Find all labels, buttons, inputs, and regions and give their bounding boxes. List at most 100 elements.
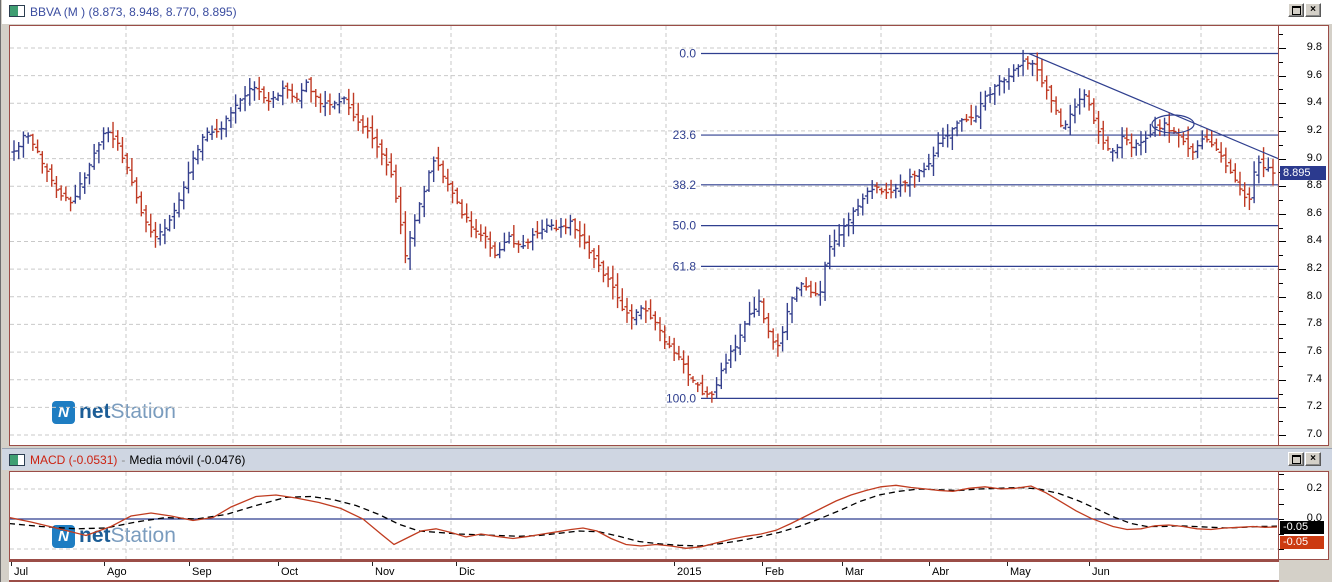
ohlc-bar-up (1110, 148, 1116, 162)
price-chart-canvas[interactable]: 0.0 23.6 38.2 50.0 61.8 100.0 (10, 26, 1278, 445)
ohlc-bar-up (233, 94, 239, 124)
ohlc-bar-down (1124, 127, 1130, 146)
ohlc-bar-down (704, 386, 710, 398)
ohlc-bar-up (973, 105, 979, 123)
month-label: Feb (765, 566, 784, 578)
ohlc-bar-up (190, 150, 196, 181)
ohlc-bar-up (242, 86, 248, 112)
ohlc-bar-up (416, 202, 423, 224)
price-panel-titlebar[interactable]: BBVA (M ) (8.873, 8.948, 8.770, 8.895) × (2, 0, 1332, 24)
ohlc-bar-up (817, 280, 823, 306)
ohlc-bar-up (1072, 98, 1078, 124)
ohlc-bar-up (982, 90, 988, 111)
ohlc-bar-down (808, 280, 814, 298)
ohlc-bar-up (567, 214, 574, 236)
ohlc-bar-down (39, 151, 45, 174)
price-panel-title: BBVA (M ) (8.873, 8.948, 8.770, 8.895) (30, 5, 237, 19)
macd-canvas[interactable] (10, 472, 1278, 559)
ohlc-bar-down (459, 199, 465, 219)
ohlc-bar-down (261, 86, 267, 104)
ohlc-bar-up (746, 301, 753, 326)
ohlc-bar-down (657, 317, 663, 342)
price-chart-plot[interactable]: N netStation 0.0 23.6 38.2 50.0 61.8 100.0 (9, 25, 1279, 446)
month-label: May (1010, 566, 1031, 578)
ohlc-bar-up (530, 228, 536, 251)
month-label: Mar (845, 566, 864, 578)
ohlc-bar-up (1062, 120, 1069, 130)
ohlc-bar-down (133, 177, 140, 204)
close-button[interactable]: × (1305, 3, 1321, 17)
ohlc-bar-down (647, 299, 654, 320)
macd-axis-tick (1279, 474, 1284, 475)
ohlc-bar-up (978, 91, 984, 130)
ohlc-bar-down (1166, 112, 1172, 143)
macd-panel-titlebar[interactable]: MACD (-0.0531) - Media móvil (-0.0476) × (2, 448, 1332, 470)
ohlc-bar-up (1006, 68, 1012, 90)
price-axis-tick (1279, 103, 1286, 104)
price-axis-minor-tick (1279, 338, 1283, 339)
ohlc-bar-down (289, 83, 295, 103)
maximize-icon (1291, 6, 1301, 15)
price-axis-minor-tick (1279, 394, 1283, 395)
ohlc-bar-down (596, 245, 602, 273)
ohlc-bar-down (1086, 90, 1092, 111)
time-axis-tick (929, 562, 930, 566)
maximize-button[interactable] (1288, 3, 1304, 17)
month-label: Sep (192, 566, 212, 578)
ohlc-bar-down (1128, 133, 1135, 158)
ohlc-bar-up (11, 140, 17, 161)
ohlc-bar-up (846, 212, 852, 237)
ohlc-bar-down (511, 225, 517, 248)
close-button[interactable]: × (1305, 452, 1321, 466)
price-axis-tick (1279, 407, 1286, 408)
ohlc-bar-down (803, 277, 809, 291)
fib-label: 50.0 (673, 219, 697, 233)
price-axis-tick (1279, 131, 1286, 132)
ohlc-bar-down (464, 203, 470, 223)
ohlc-bar-up (860, 193, 866, 216)
ohlc-bar-down (1058, 108, 1064, 128)
macd-current-tag: -0.05 (1280, 536, 1324, 549)
close-icon: × (1310, 4, 1316, 15)
macd-axis[interactable]: 0.2 0.0 -0.05 -0.05 (1278, 471, 1329, 560)
ohlc-bar-up (16, 141, 22, 160)
macd-axis-tick (1279, 504, 1284, 505)
ohlc-bar-down (482, 226, 489, 249)
price-axis-minor-tick (1279, 255, 1283, 256)
ohlc-bar-down (761, 298, 767, 324)
ohlc-bar-down (393, 164, 399, 203)
ohlc-bar-up (756, 289, 762, 317)
price-axis[interactable]: 9.8 9.6 9.4 9.2 9.0 8.8 8.6 8.4 8.2 8.0 7.8 7.6 7.4 7… (1278, 25, 1329, 446)
ohlc-bar-up (251, 81, 258, 101)
ohlc-bar-down (534, 221, 541, 239)
price-axis-label: 8.2 (1306, 262, 1322, 274)
ohlc-bar-up (421, 185, 427, 218)
price-axis-tick (1279, 380, 1286, 381)
ohlc-bar-down (671, 337, 677, 362)
price-axis-minor-tick (1279, 117, 1283, 118)
ohlc-bar-up (638, 305, 644, 320)
time-axis[interactable]: Jul Ago Sep Oct Nov Dic 2015 Feb Mar Abr May Jun (9, 560, 1279, 582)
ohlc-bar-down (440, 160, 446, 184)
ohlc-bar-down (383, 147, 390, 176)
ohlc-bar-down (770, 328, 776, 350)
ohlc-bar-up (841, 218, 847, 247)
ohlc-bar-up (1119, 127, 1125, 159)
ohlc-bar-down (874, 182, 880, 194)
price-axis-minor-tick (1279, 62, 1283, 63)
ohlc-bar-up (1265, 157, 1271, 172)
time-axis-tick (189, 562, 190, 566)
ohlc-bar-up (907, 168, 913, 197)
price-axis-tick (1279, 159, 1286, 160)
maximize-icon (1291, 455, 1301, 464)
ohlc-bar-down (888, 179, 894, 199)
maximize-button[interactable] (1288, 452, 1304, 466)
time-axis-tick (762, 562, 763, 566)
signal-current-tag: -0.05 (1280, 521, 1324, 534)
macd-plot[interactable]: N netStation (9, 471, 1279, 560)
ohlc-bar-down (581, 223, 588, 250)
ohlc-bar-down (765, 312, 772, 339)
ohlc-bar-down (152, 221, 159, 248)
ohlc-bar-up (96, 142, 102, 164)
fib-label: 38.2 (673, 178, 697, 192)
